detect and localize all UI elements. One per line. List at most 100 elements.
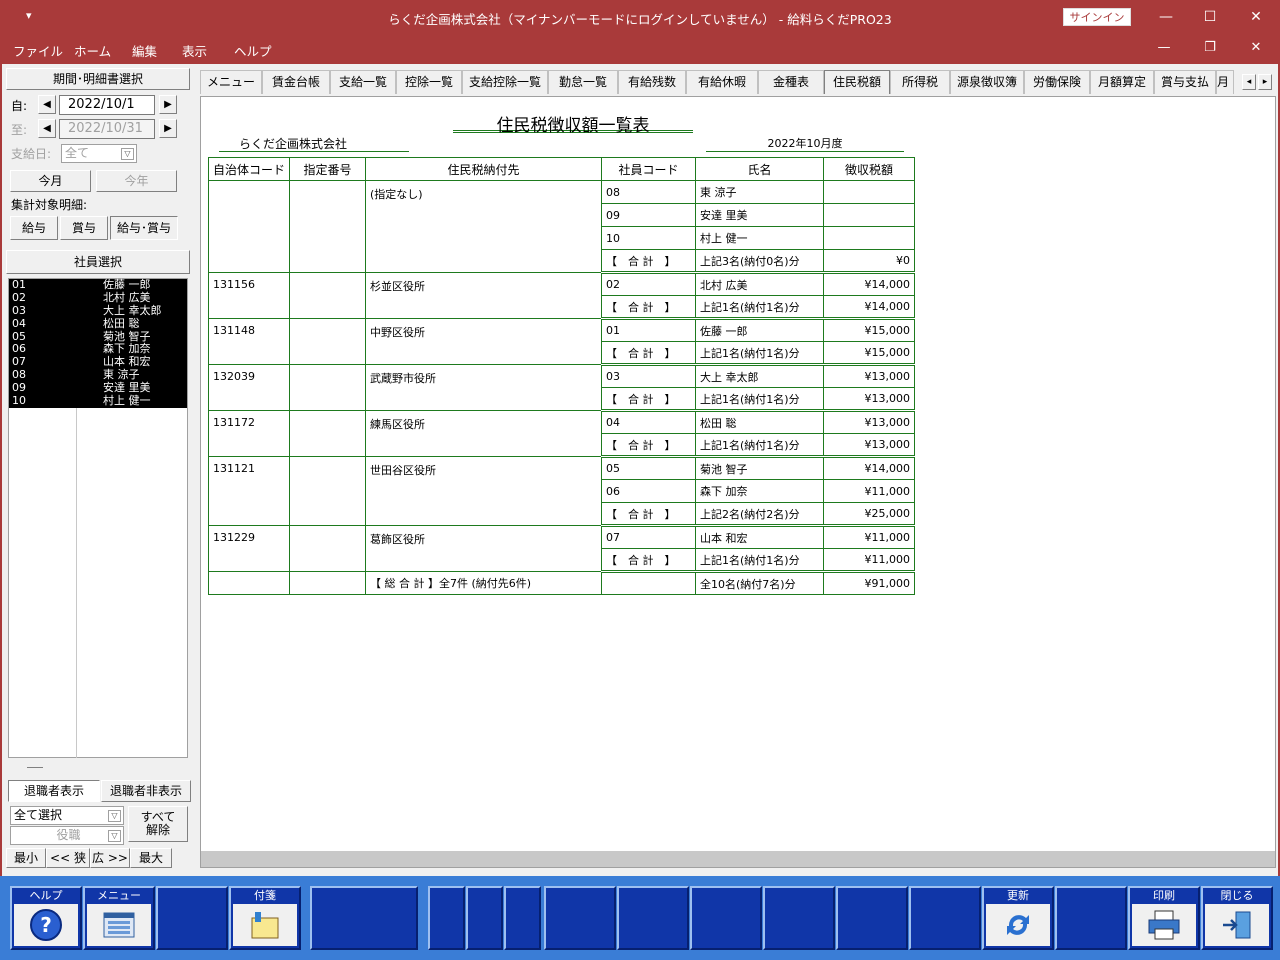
position-dropdown[interactable]: 役職 ▽: [10, 826, 124, 845]
period-select-header[interactable]: 期間･明細書選択: [6, 68, 190, 90]
employee-select-header[interactable]: 社員選択: [6, 250, 190, 274]
close-button[interactable]: ✕: [1236, 4, 1276, 30]
clear-all-button[interactable]: すべて 解除: [128, 806, 188, 842]
tab-10[interactable]: 所得税: [890, 70, 950, 94]
empty-key-10[interactable]: [836, 886, 908, 950]
from-prev-button[interactable]: ◀: [38, 95, 56, 114]
empty-key-1[interactable]: [156, 886, 228, 950]
empty-key-6[interactable]: [544, 886, 616, 950]
employee-row[interactable]: 07 山本 和宏: [9, 355, 187, 369]
employee-name: 村上 健一: [103, 394, 151, 408]
empty-key-11[interactable]: [909, 886, 981, 950]
help-key[interactable]: ヘルプ?: [10, 886, 82, 950]
subtotal-tax: ¥25,000: [823, 502, 916, 527]
close-key[interactable]: 閉じる: [1201, 886, 1273, 950]
empty-key-4[interactable]: [466, 886, 503, 950]
empty-key-3[interactable]: [428, 886, 465, 950]
employee-row[interactable]: 06 森下 加奈: [9, 343, 187, 356]
payday-select[interactable]: 全て ▽: [61, 144, 137, 163]
employee-code-cell: 04: [601, 410, 697, 434]
bonus-button[interactable]: 賞与: [60, 216, 108, 240]
from-next-button[interactable]: ▶: [159, 95, 177, 114]
retired-show-tab[interactable]: 退職者表示: [8, 780, 100, 802]
tab-4[interactable]: 支給控除一覧: [462, 70, 548, 94]
min-width-button[interactable]: 最小: [6, 848, 46, 868]
tag-key[interactable]: 付箋: [229, 886, 301, 950]
menu-help[interactable]: ヘルプ: [234, 41, 272, 60]
employee-row[interactable]: 05 菊池 智子: [9, 330, 187, 344]
tab-2[interactable]: 支給一覧: [330, 70, 396, 94]
select-all-dropdown[interactable]: 全て選択 ▽: [10, 806, 124, 825]
empty-key-7[interactable]: [617, 886, 689, 950]
employee-row[interactable]: 09 安達 里美: [9, 381, 187, 395]
tab-3[interactable]: 控除一覧: [396, 70, 462, 94]
tax-cell: ¥13,000: [823, 410, 916, 434]
tab-9[interactable]: 住民税額: [824, 70, 890, 94]
empty-key-9[interactable]: [763, 886, 835, 950]
menu-home[interactable]: ホーム: [74, 41, 111, 60]
employee-code-cell: 03: [601, 364, 697, 388]
refresh-key[interactable]: 更新: [982, 886, 1054, 950]
wide-button[interactable]: 広 >>: [90, 848, 130, 868]
tab-scroll-right-button[interactable]: ▸: [1258, 74, 1272, 90]
employee-name-cell: 松田 聡: [695, 410, 825, 434]
tab-13[interactable]: 月額算定: [1090, 70, 1154, 94]
doc-close-button[interactable]: ✕: [1241, 40, 1271, 60]
tab-12[interactable]: 労働保険: [1024, 70, 1090, 94]
menu-file[interactable]: ファイル: [13, 41, 63, 60]
employee-list[interactable]: 01 佐藤 一郎 02 北村 広美 03 大上 幸太郎 04 松田 聡 05 菊池 智子 06 森下 …: [8, 278, 188, 768]
print-key[interactable]: 印刷: [1128, 886, 1200, 950]
empty-key-5[interactable]: [504, 886, 541, 950]
subtotal-label: 【 合 計 】: [601, 433, 697, 458]
signin-button[interactable]: サインイン: [1063, 8, 1131, 26]
this-year-button[interactable]: 今年: [96, 170, 177, 192]
menu-view[interactable]: 表示: [182, 41, 207, 60]
employee-row[interactable]: 04 松田 聡: [9, 317, 187, 331]
maximize-button[interactable]: ☐: [1190, 4, 1230, 30]
this-month-button[interactable]: 今月: [10, 170, 91, 192]
empty-key-2[interactable]: [310, 886, 418, 950]
tab-5[interactable]: 勤怠一覧: [548, 70, 618, 94]
employee-row[interactable]: 03 大上 幸太郎: [9, 304, 187, 318]
tab-scroll-left-button[interactable]: ◂: [1242, 74, 1256, 90]
salary-button[interactable]: 給与: [10, 216, 58, 240]
tab-0[interactable]: メニュー: [200, 70, 262, 94]
tab-7[interactable]: 有給休暇: [686, 70, 758, 94]
menu-bar: ファイル ホーム 編集 表示 ヘルプ — ❐ ✕: [0, 34, 1280, 64]
menu-edit[interactable]: 編集: [132, 41, 157, 60]
tab-1[interactable]: 賃金台帳: [262, 70, 330, 94]
to-prev-button[interactable]: ◀: [38, 119, 56, 138]
tab-6[interactable]: 有給残数: [618, 70, 686, 94]
doc-restore-button[interactable]: ❐: [1195, 40, 1225, 60]
employee-row[interactable]: 08 東 涼子: [9, 368, 187, 382]
salary-bonus-button[interactable]: 給与･賞与: [110, 216, 178, 240]
tab-15[interactable]: 月: [1216, 70, 1234, 94]
select-all-value: 全て選択: [14, 808, 63, 822]
empty-key-8[interactable]: [690, 886, 762, 950]
tab-14[interactable]: 賞与支払: [1154, 70, 1216, 94]
employee-row[interactable]: 10 村上 健一: [9, 394, 187, 408]
grand-empty-3: [601, 571, 697, 595]
destination: 武蔵野市役所: [365, 364, 603, 411]
svg-text:?: ?: [40, 913, 52, 937]
doc-minimize-button[interactable]: —: [1149, 40, 1179, 60]
subtotal-tax: ¥11,000: [823, 548, 916, 573]
minimize-button[interactable]: —: [1146, 4, 1186, 30]
max-width-button[interactable]: 最大: [130, 848, 172, 868]
from-date-field[interactable]: 2022/10/1: [59, 95, 155, 115]
narrow-button[interactable]: << 狭: [46, 848, 90, 868]
designated-no: [289, 410, 367, 457]
municipality-code: 131121: [207, 456, 291, 526]
tab-8[interactable]: 金種表: [758, 70, 824, 94]
horizontal-scrollbar[interactable]: [201, 851, 1275, 867]
resize-grip[interactable]: [27, 767, 43, 768]
tab-11[interactable]: 源泉徴収簿: [950, 70, 1024, 94]
employee-row[interactable]: 02 北村 広美: [9, 291, 187, 305]
retired-hide-tab[interactable]: 退職者非表示: [101, 780, 191, 802]
empty-key-12[interactable]: [1055, 886, 1127, 950]
to-next-button[interactable]: ▶: [159, 119, 177, 138]
to-date-field[interactable]: 2022/10/31: [59, 119, 155, 139]
menu-key[interactable]: メニュー: [83, 886, 155, 950]
employee-row[interactable]: 01 佐藤 一郎: [9, 278, 187, 292]
subtotal-tax: ¥13,000: [823, 387, 916, 412]
